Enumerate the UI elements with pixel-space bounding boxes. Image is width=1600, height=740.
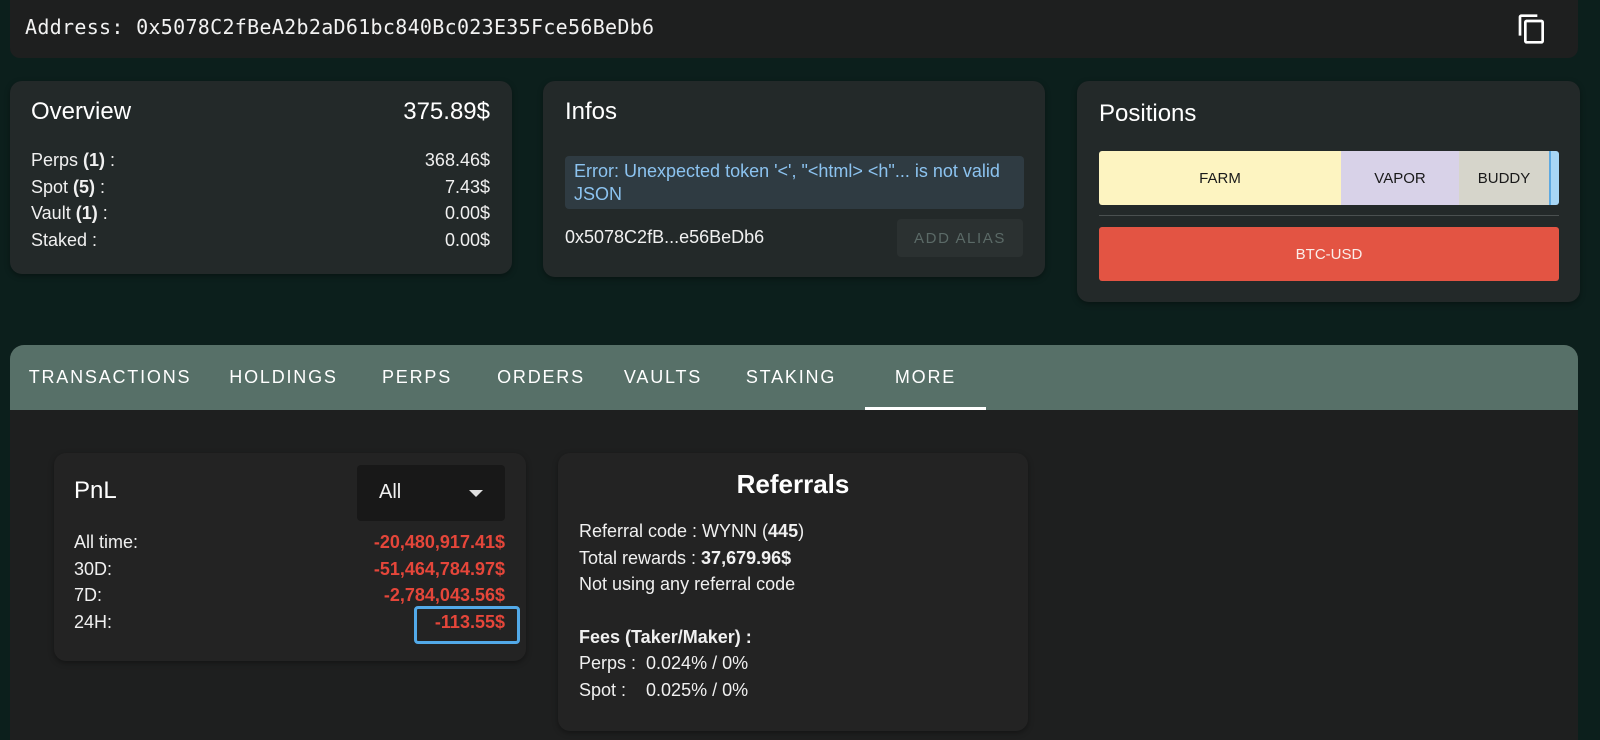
position-segment-buddy[interactable]: BUDDY: [1459, 151, 1549, 205]
overview-row-count: (1): [75, 203, 98, 223]
referral-code-count: 445: [768, 521, 799, 541]
overview-row-suffix: :: [95, 176, 106, 197]
overview-row-vault: Vault (1) : 0.00$: [31, 200, 490, 227]
position-segment-vapor[interactable]: VAPOR: [1341, 151, 1459, 205]
tab-orders[interactable]: ORDERS: [477, 345, 605, 410]
tab-vaults[interactable]: VAULTS: [605, 345, 721, 410]
positions-card: Positions FARM VAPOR BUDDY BTC-USD: [1077, 81, 1580, 302]
fees-title-text: Fees (Taker/Maker) :: [579, 626, 752, 647]
overview-row-value: 0.00$: [444, 203, 490, 223]
overview-row-value: 7.43$: [444, 176, 490, 197]
overview-row-label: Perps: [31, 150, 79, 170]
referrals-card: Referrals Referral code : WYNN (445) Tot…: [558, 453, 1028, 731]
short-address: 0x5078C2fB...e56BeDb6: [565, 227, 765, 247]
overview-row-label: Spot: [31, 176, 69, 197]
overview-row-value: 0.00$: [444, 229, 490, 250]
position-segment-other[interactable]: [1549, 151, 1559, 205]
address-label: Address:: [25, 15, 124, 39]
pnl-row-label: 30D:: [74, 558, 113, 579]
active-tab-indicator: [865, 407, 986, 410]
address-value: 0x5078C2fBeA2b2aD61bc840Bc023E35Fce56BeD…: [136, 15, 655, 39]
tab-transactions[interactable]: TRANSACTIONS: [10, 345, 210, 410]
overview-row-perps: Perps (1) : 368.46$: [31, 147, 490, 174]
infos-title: Infos: [565, 98, 618, 125]
overview-row-count: (5): [73, 176, 96, 197]
overview-row-suffix: :: [105, 150, 116, 170]
pnl-row-all-time: All time: -20,480,917.41$: [74, 529, 505, 556]
overview-row-value: 368.46$: [424, 150, 490, 170]
pnl-period-select[interactable]: All: [357, 465, 505, 521]
position-segment-farm[interactable]: FARM: [1099, 151, 1341, 205]
tab-bar: TRANSACTIONS HOLDINGS PERPS ORDERS VAULT…: [10, 345, 1578, 410]
overview-row-spot: Spot (5) : 7.43$: [31, 174, 490, 201]
tab-perps[interactable]: PERPS: [357, 345, 477, 410]
chevron-down-icon: [469, 490, 483, 497]
pnl-row-30d: 30D: -51,464,784.97$: [74, 556, 505, 583]
referrals-body: Referral code : WYNN (445) Total rewards…: [579, 518, 804, 703]
add-alias-button[interactable]: ADD ALIAS: [897, 219, 1023, 257]
pnl-row-value: -2,784,043.56$: [383, 585, 505, 605]
copy-icon[interactable]: [1516, 12, 1548, 46]
pnl-row-label: 7D:: [74, 585, 103, 605]
overview-row-staked: Staked : 0.00$: [31, 227, 490, 254]
address-text: Address: 0x5078C2fBeA2b2aD61bc840Bc023E3…: [25, 15, 654, 39]
spot-fee: Spot : 0.025% / 0%: [579, 679, 749, 700]
total-rewards-line: Total rewards : 37,679.96$: [579, 545, 804, 572]
highlight-box: [414, 606, 520, 644]
positions-bar: FARM VAPOR BUDDY: [1099, 151, 1559, 205]
pnl-row-7d: 7D: -2,784,043.56$: [74, 582, 505, 609]
total-rewards-value: 37,679.96$: [701, 547, 792, 568]
error-message: Error: Unexpected token '<', "<html> <h"…: [565, 156, 1024, 209]
overview-rows: Perps (1) : 368.46$ Spot (5) : 7.43$ Vau…: [31, 147, 490, 253]
pnl-title: PnL: [74, 477, 117, 504]
referral-code-line: Referral code : WYNN (445): [579, 518, 804, 545]
referrals-title: Referrals: [736, 469, 850, 499]
pnl-row-label: All time:: [74, 532, 139, 552]
not-using-referral: Not using any referral code: [579, 574, 796, 594]
pnl-row-label: 24H:: [74, 611, 113, 632]
overview-row-suffix: :: [87, 229, 98, 250]
overview-row-suffix: :: [97, 203, 108, 223]
tab-staking[interactable]: STAKING: [721, 345, 861, 410]
pnl-period-value: All: [379, 481, 402, 503]
tab-more[interactable]: MORE: [865, 345, 986, 410]
referral-code-close: ): [798, 521, 805, 541]
overview-row-label: Staked: [31, 229, 88, 250]
overview-card: Overview 375.89$ Perps (1) : 368.46$ Spo…: [10, 81, 512, 274]
positions-divider: [1099, 215, 1559, 216]
positions-title: Positions: [1099, 100, 1197, 127]
overview-row-count: (1): [83, 150, 106, 170]
fees-title: Fees (Taker/Maker) :: [579, 624, 804, 651]
position-btc-usd[interactable]: BTC-USD: [1099, 227, 1559, 281]
pnl-row-value: -51,464,784.97$: [373, 558, 505, 579]
overview-total: 375.89$: [403, 98, 490, 125]
address-bar: Address: 0x5078C2fBeA2b2aD61bc840Bc023E3…: [10, 0, 1578, 58]
referral-code-label: Referral code : WYNN (: [579, 521, 769, 541]
tab-holdings[interactable]: HOLDINGS: [210, 345, 357, 410]
pnl-row-value: -20,480,917.41$: [373, 532, 505, 552]
perps-fee: Perps : 0.024% / 0%: [579, 653, 749, 673]
overview-row-label: Vault: [31, 203, 71, 223]
infos-card: Infos Error: Unexpected token '<', "<htm…: [543, 81, 1045, 277]
total-rewards-label: Total rewards :: [579, 547, 702, 568]
overview-title: Overview: [31, 98, 132, 125]
